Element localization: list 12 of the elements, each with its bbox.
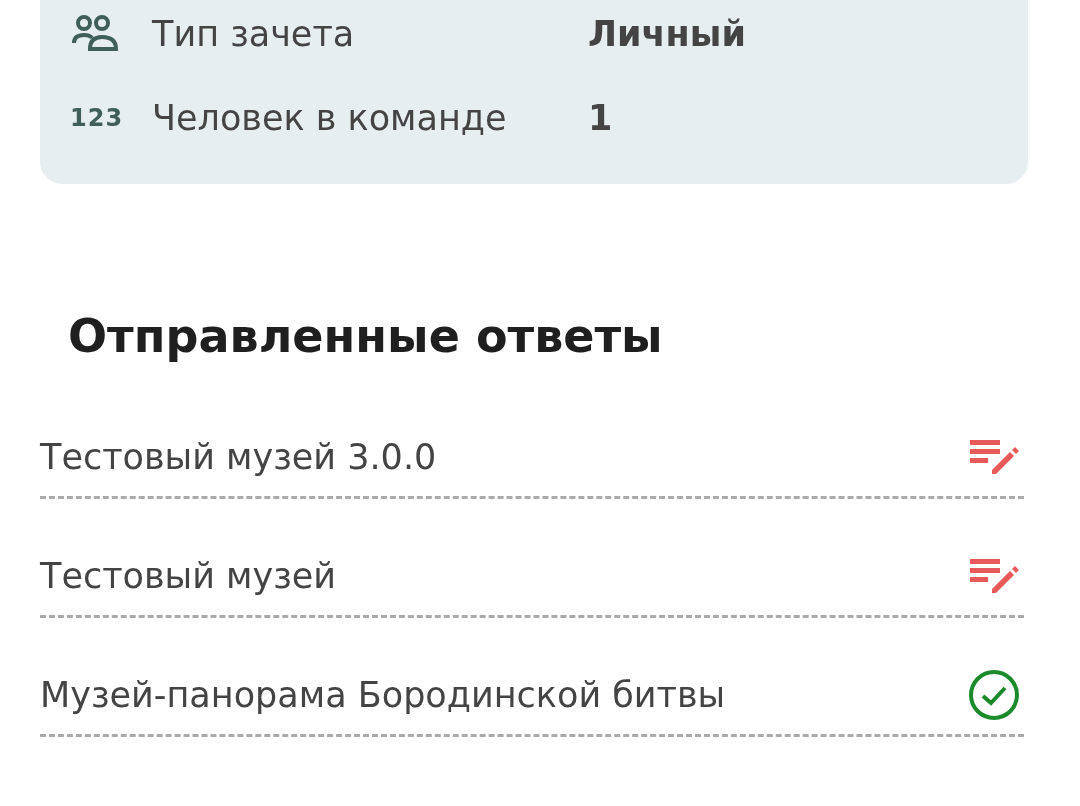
info-value: 1 [588, 98, 613, 138]
answer-name: Тестовый музей 3.0.0 [40, 437, 437, 477]
check-circle-icon [968, 669, 1020, 721]
section-title: Отправленные ответы [68, 308, 664, 364]
edit-list-icon[interactable] [970, 438, 1020, 476]
edit-list-icon[interactable] [970, 557, 1020, 595]
answer-name: Тестовый музей [40, 556, 337, 596]
info-label: Человек в команде [152, 98, 508, 138]
number-icon: 123 [70, 104, 124, 132]
info-value: Личный [588, 14, 746, 54]
info-label: Тип зачета [152, 14, 356, 54]
answer-name: Музей-панорама Бородинской битвы [40, 675, 726, 715]
